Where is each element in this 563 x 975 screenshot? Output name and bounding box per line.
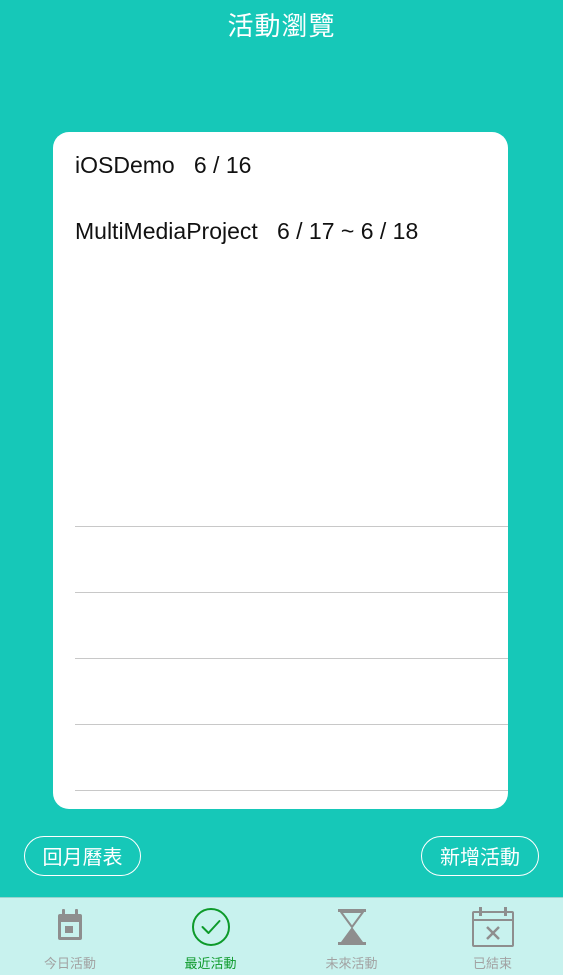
tab-label: 今日活動 [43,957,96,972]
tab-label: 最近活動 [184,957,237,972]
list-separator [75,658,508,659]
list-separator [75,592,508,593]
calendar-x-icon [471,907,514,947]
list-separator [75,790,508,791]
tab-bar: 今日活動 最近活動 未來活動 已結束 [0,897,563,975]
list-separator [75,526,508,527]
tab-label: 未來活動 [325,957,378,972]
tab-label: 已結束 [472,957,512,972]
add-activity-button[interactable]: 新增活動 [421,836,539,876]
page-title: 活動瀏覽 [227,12,336,42]
back-to-calendar-button[interactable]: 回月曆表 [24,836,141,876]
tab-today[interactable]: 今日活動 [0,898,140,975]
activity-row[interactable]: iOSDemo 6 / 16 [75,152,251,179]
hourglass-icon [337,909,366,945]
tab-upcoming[interactable]: 未來活動 [281,898,422,975]
list-separator [75,724,508,725]
activity-row[interactable]: MultiMediaProject 6 / 17 ~ 6 / 18 [75,218,418,245]
calendar-day-icon [58,909,82,940]
tab-recent[interactable]: 最近活動 [140,898,281,975]
check-circle-icon [191,908,230,946]
activity-list: iOSDemo 6 / 16 MultiMediaProject 6 / 17 … [53,132,508,809]
tab-finished[interactable]: 已結束 [422,898,563,975]
